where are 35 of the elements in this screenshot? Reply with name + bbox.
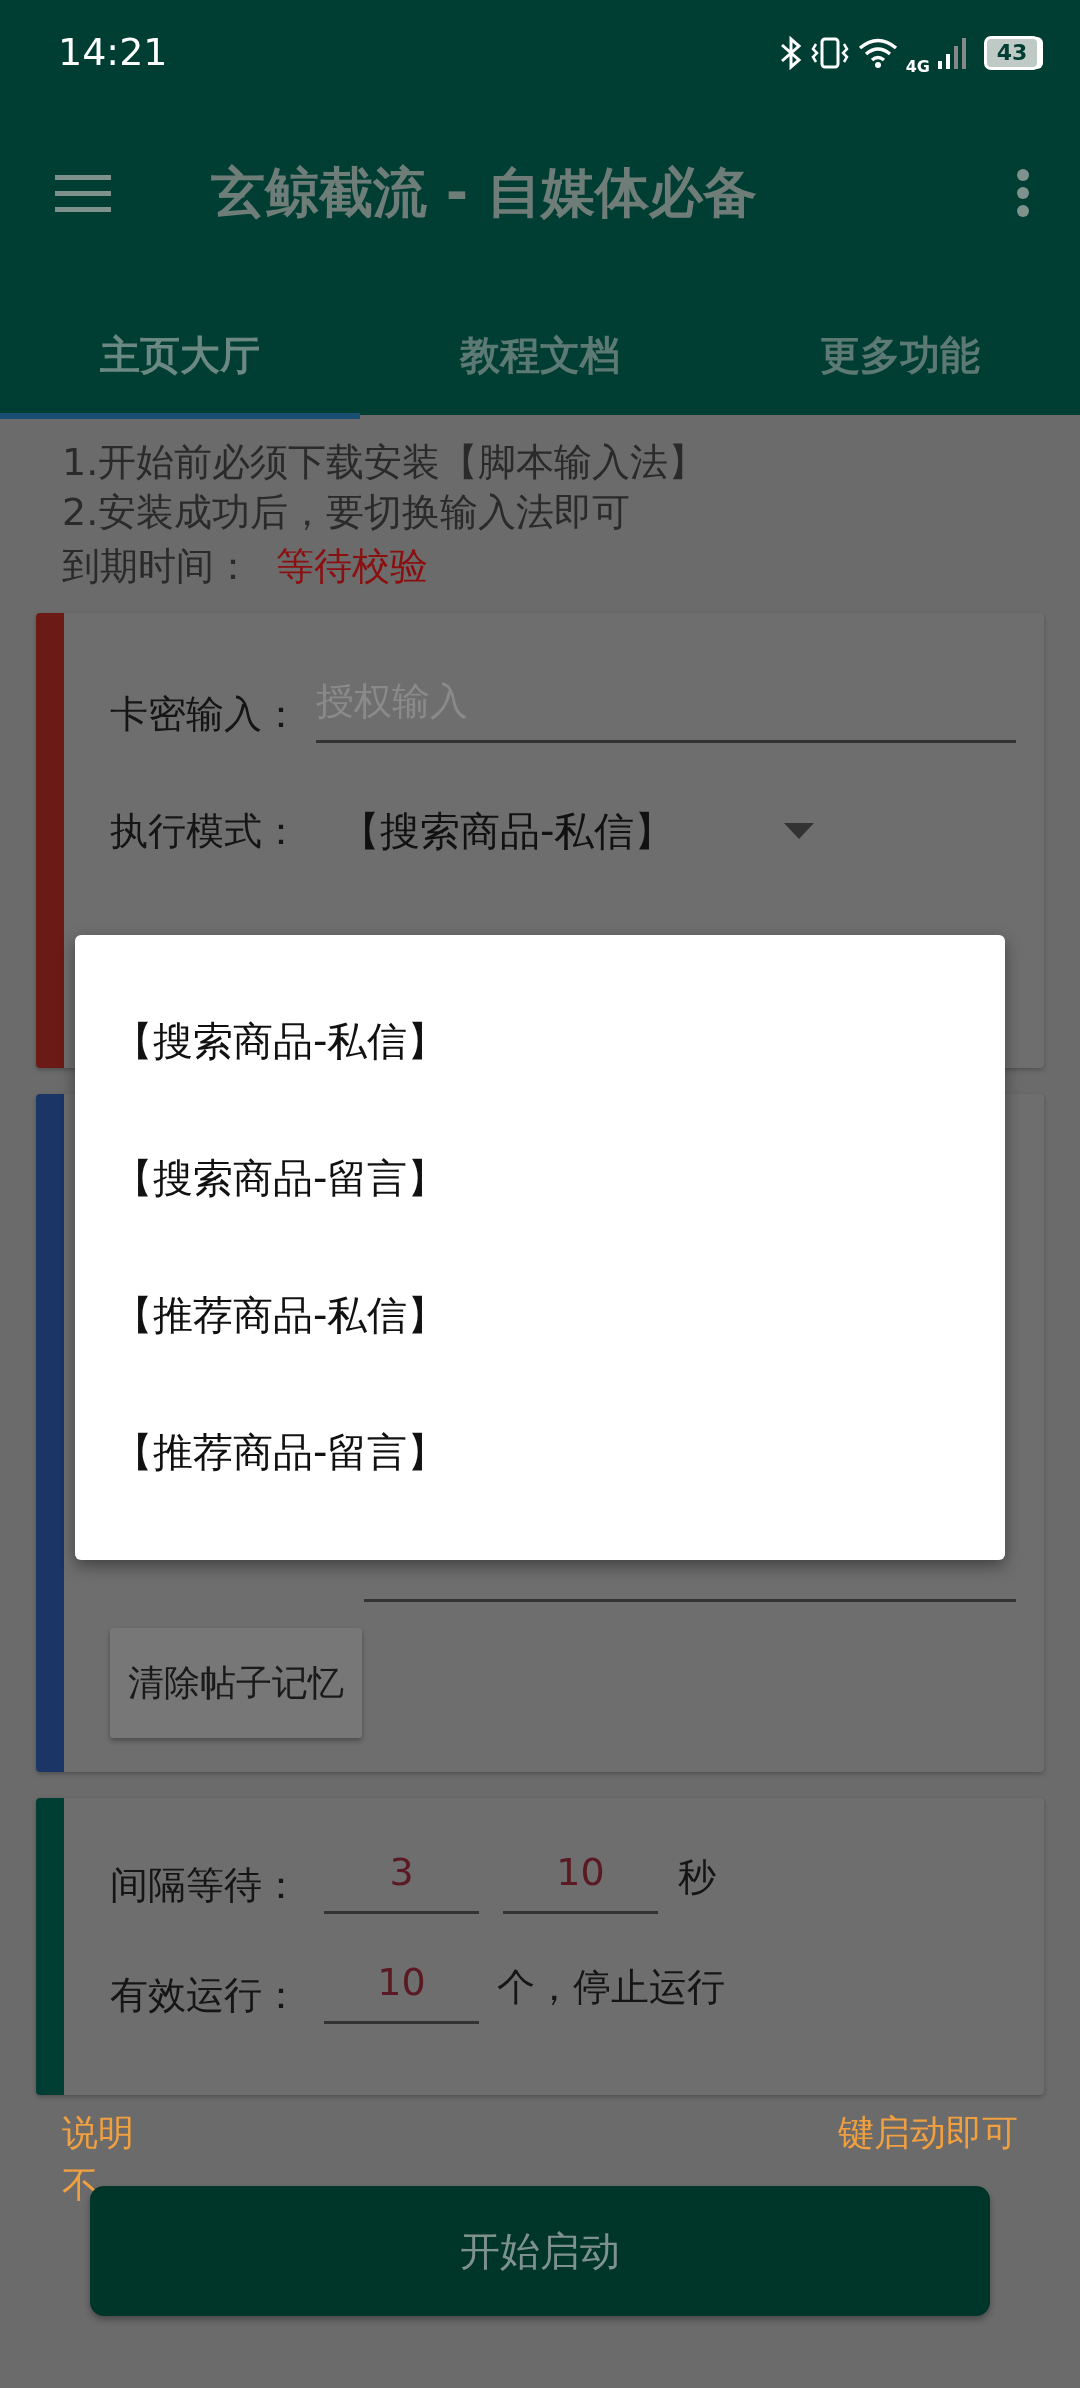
number-input-field[interactable]: 10: [324, 1954, 479, 2024]
dropdown-option[interactable]: 【搜索商品-留言】: [75, 1110, 1005, 1247]
dropdown-option[interactable]: 【推荐商品-私信】: [75, 1247, 1005, 1384]
note-text: 键启动即可: [838, 2111, 1018, 2155]
field-label: 间隔等待：: [110, 1862, 300, 1909]
number-input-field[interactable]: 10: [503, 1844, 658, 1914]
battery-icon: 43: [984, 35, 1040, 70]
dropdown-option[interactable]: 【推荐商品-留言】: [75, 1384, 1005, 1521]
field-label: 执行模式：: [110, 807, 300, 855]
clear-memory-button[interactable]: 清除帖子记忆: [110, 1628, 362, 1738]
vibrate-icon: [809, 35, 850, 70]
caret-icon: [784, 823, 815, 839]
bluetooth-icon: [779, 35, 802, 70]
unit-label: 秒: [678, 1854, 716, 1901]
expiry-label: 到期时间：: [62, 543, 252, 590]
dropdown-option[interactable]: 【搜索商品-私信】: [75, 973, 1005, 1110]
number-input-field[interactable]: 3: [324, 1844, 479, 1914]
app-title: 玄鲸截流 - 自媒体必备: [211, 160, 757, 226]
menu-icon[interactable]: [55, 172, 111, 213]
message-input-field[interactable]: [364, 1598, 1016, 1602]
wifi-icon: [857, 36, 898, 69]
signal-icon: [938, 36, 968, 69]
tab[interactable]: 教程文档: [360, 324, 720, 415]
field-label: 有效运行：: [110, 1972, 300, 2019]
tab[interactable]: 更多功能: [720, 324, 1080, 415]
note-text: 说明: [62, 2111, 134, 2155]
instruction-text: 2.安装成功后，要切换输入法即可: [62, 489, 632, 536]
clock: 14:21: [58, 29, 168, 76]
mode-dropdown[interactable]: 【搜索商品-私信】: [340, 801, 815, 861]
expiry-status: 等待校验: [276, 543, 428, 590]
unit-label: 个，停止运行: [497, 1964, 725, 2011]
network-label: 4G: [905, 55, 930, 78]
instruction-text: 1.开始前必须下载安装【脚本输入法】: [62, 439, 708, 486]
field-label: 卡密输入：: [110, 691, 300, 738]
more-options-icon[interactable]: [1016, 167, 1030, 218]
